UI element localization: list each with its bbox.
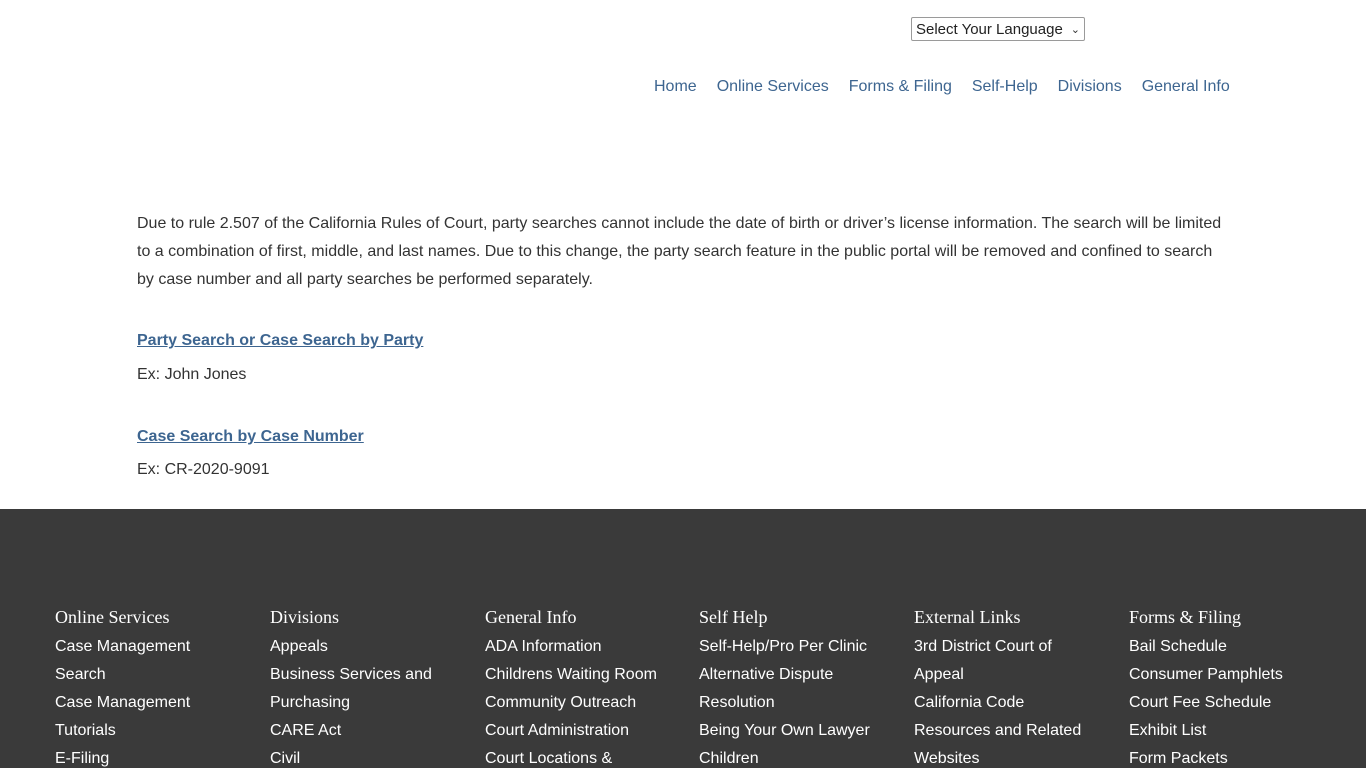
site-footer: Online Services Case Management Search C… (0, 509, 1366, 768)
footer-link[interactable]: Appeal (914, 661, 1119, 689)
footer-column-title: External Links (914, 607, 1021, 627)
footer-link[interactable]: 3rd District Court of (914, 633, 1119, 661)
footer-link[interactable]: Bail Schedule (1129, 633, 1334, 661)
language-select[interactable]: Select Your Language ⌄ (911, 17, 1085, 41)
nav-item-general-info[interactable]: General Info (1132, 76, 1240, 98)
nav-item-online-services[interactable]: Online Services (707, 76, 839, 98)
footer-link[interactable]: Self-Help/Pro Per Clinic (699, 633, 904, 661)
rule-notice: Due to rule 2.507 of the California Rule… (137, 215, 1222, 288)
language-selector-wrapper: Select Your Language ⌄ (911, 17, 1085, 41)
footer-column-title: Online Services (55, 607, 170, 627)
main-content: Due to rule 2.507 of the California Rule… (137, 210, 1229, 478)
footer-link[interactable]: ADA Information (485, 633, 690, 661)
footer-column-title: General Info (485, 607, 577, 627)
footer-link[interactable]: Civil (270, 745, 475, 768)
footer-column-self-help: Self Help Self-Help/Pro Per Clinic Alter… (699, 605, 904, 768)
footer-link[interactable]: California Code (914, 689, 1119, 717)
footer-link[interactable]: Resources and Related (914, 717, 1119, 745)
case-search-example: Ex: CR-2020-9091 (137, 461, 270, 478)
nav-item-divisions[interactable]: Divisions (1048, 76, 1132, 98)
footer-column-title: Self Help (699, 607, 768, 627)
case-search-link[interactable]: Case Search by Case Number (137, 428, 364, 446)
nav-item-forms-filing[interactable]: Forms & Filing (839, 76, 962, 98)
party-search-example: Ex: John Jones (137, 366, 247, 383)
footer-link[interactable]: Exhibit List (1129, 717, 1334, 745)
chevron-down-icon: ⌄ (1070, 23, 1080, 36)
footer-link[interactable]: Form Packets (1129, 745, 1334, 768)
main-nav: Home Online Services Forms & Filing Self… (644, 76, 1240, 98)
footer-link[interactable]: Court Administration (485, 717, 690, 745)
footer-link[interactable]: Appeals (270, 633, 475, 661)
footer-link[interactable]: Search (55, 661, 260, 689)
footer-link[interactable]: Resolution (699, 689, 904, 717)
footer-link[interactable]: Community Outreach (485, 689, 690, 717)
nav-item-self-help[interactable]: Self-Help (962, 76, 1048, 98)
footer-column-general-info: General Info ADA Information Childrens W… (485, 605, 690, 768)
footer-link[interactable]: E-Filing (55, 745, 260, 768)
footer-link[interactable]: CARE Act (270, 717, 475, 745)
footer-column-external-links: External Links 3rd District Court of App… (914, 605, 1119, 768)
footer-column-title: Divisions (270, 607, 340, 627)
footer-link[interactable]: Court Fee Schedule (1129, 689, 1334, 717)
footer-column-divisions: Divisions Appeals Business Services and … (270, 605, 475, 768)
footer-link[interactable]: Alternative Dispute (699, 661, 904, 689)
language-select-label: Select Your Language (916, 20, 1063, 38)
footer-link[interactable]: Case Management (55, 633, 260, 661)
party-search-link[interactable]: Party Search or Case Search by Party (137, 332, 423, 350)
footer-column-title: Forms & Filing (1129, 607, 1242, 627)
nav-item-home[interactable]: Home (644, 76, 707, 98)
footer-link[interactable]: Purchasing (270, 689, 475, 717)
footer-column-forms-filing: Forms & Filing Bail Schedule Consumer Pa… (1129, 605, 1334, 768)
footer-link[interactable]: Court Locations & (485, 745, 690, 768)
footer-link[interactable]: Websites (914, 745, 1119, 768)
footer-link[interactable]: Being Your Own Lawyer (699, 717, 904, 745)
footer-link[interactable]: Business Services and (270, 661, 475, 689)
footer-link[interactable]: Case Management (55, 689, 260, 717)
footer-link[interactable]: Children (699, 745, 904, 768)
footer-link[interactable]: Consumer Pamphlets (1129, 661, 1334, 689)
footer-link[interactable]: Tutorials (55, 717, 260, 745)
footer-column-online-services: Online Services Case Management Search C… (55, 605, 260, 768)
footer-link[interactable]: Childrens Waiting Room (485, 661, 690, 689)
